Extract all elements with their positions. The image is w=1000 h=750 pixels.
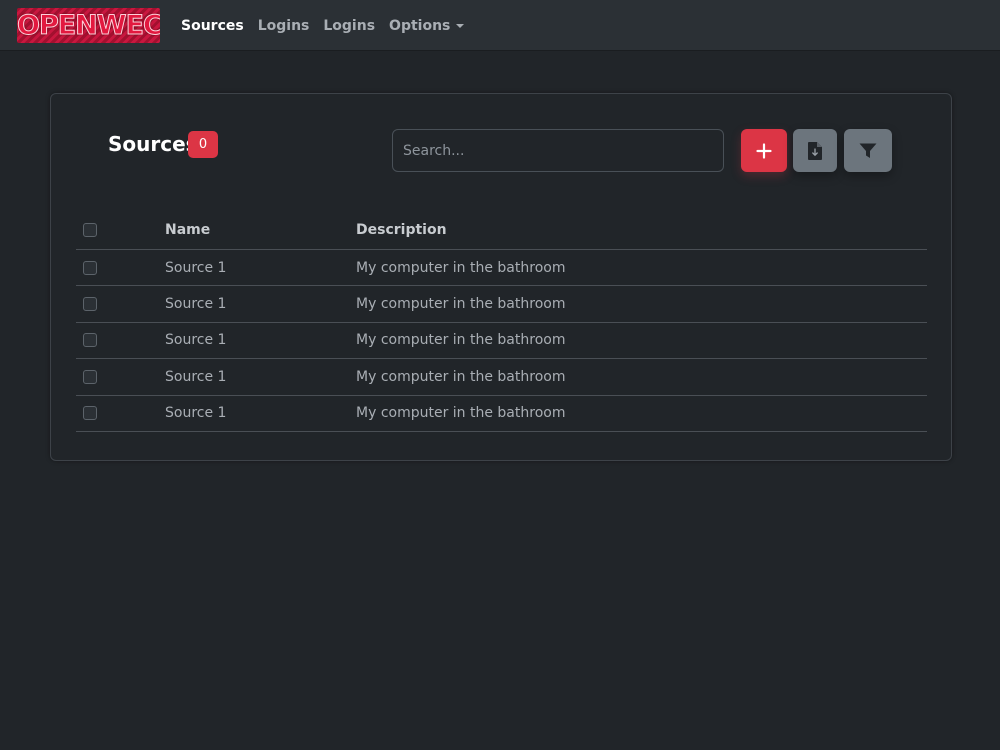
- table-row[interactable]: Source 1 My computer in the bathroom: [76, 359, 927, 396]
- nav-options-dropdown[interactable]: Options: [389, 17, 465, 34]
- sources-table: Name Description Source 1 My computer in…: [76, 211, 927, 432]
- page-title: Sources: [108, 132, 198, 156]
- row-checkbox[interactable]: [83, 333, 97, 348]
- source-description: My computer in the bathroom: [356, 405, 566, 422]
- table-row[interactable]: Source 1 My computer in the bathroom: [76, 250, 927, 287]
- count-badge: 0: [188, 131, 218, 158]
- import-file-button[interactable]: [793, 129, 837, 172]
- logo-text: OPENWEC: [17, 10, 160, 42]
- caret-down-icon: [456, 23, 465, 28]
- row-checkbox[interactable]: [83, 369, 97, 384]
- source-name: Source 1: [165, 332, 227, 349]
- row-checkbox[interactable]: [83, 406, 97, 421]
- row-checkbox[interactable]: [83, 297, 97, 312]
- select-all-checkbox[interactable]: [83, 223, 97, 237]
- filter-icon: [859, 143, 877, 158]
- nav-links: Sources Logins Logins Options: [181, 0, 478, 51]
- nav-link-sources[interactable]: Sources: [181, 18, 244, 34]
- nav-link-logins-2[interactable]: Logins: [323, 18, 375, 34]
- table-header: Name Description: [76, 211, 927, 250]
- table-row[interactable]: Source 1 My computer in the bathroom: [76, 396, 927, 432]
- table-row[interactable]: Source 1 My computer in the bathroom: [76, 323, 927, 360]
- source-description: My computer in the bathroom: [356, 296, 566, 313]
- source-description: My computer in the bathroom: [356, 332, 566, 349]
- filter-button[interactable]: [844, 129, 892, 172]
- nav-link-logins[interactable]: Logins: [258, 18, 310, 34]
- file-icon: [808, 141, 822, 160]
- source-description: My computer in the bathroom: [356, 368, 566, 385]
- source-name: Source 1: [165, 405, 227, 422]
- column-header-description[interactable]: Description: [356, 211, 447, 249]
- row-checkbox[interactable]: [83, 260, 97, 275]
- sources-card: Sources 0 Name Description Source 1 My c…: [50, 93, 952, 461]
- navbar: OPENWEC Sources Logins Logins Options: [0, 0, 1000, 51]
- source-name: Source 1: [165, 259, 227, 276]
- openwec-logo[interactable]: OPENWEC: [17, 8, 160, 43]
- add-source-button[interactable]: [741, 129, 787, 172]
- source-description: My computer in the bathroom: [356, 259, 566, 276]
- table-row[interactable]: Source 1 My computer in the bathroom: [76, 286, 927, 323]
- source-name: Source 1: [165, 368, 227, 385]
- options-label: Options: [389, 17, 451, 34]
- search-input[interactable]: [392, 129, 724, 172]
- plus-icon: [756, 142, 772, 159]
- column-header-name[interactable]: Name: [165, 211, 210, 249]
- source-name: Source 1: [165, 296, 227, 313]
